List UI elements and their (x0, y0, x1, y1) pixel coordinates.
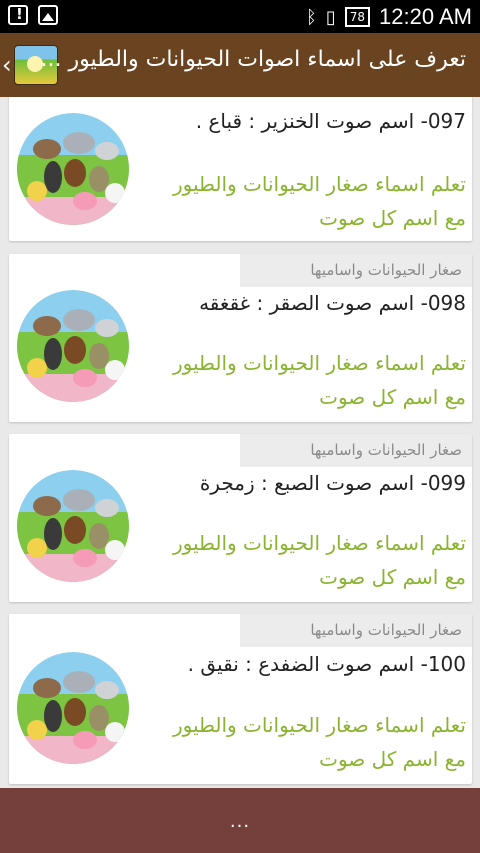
status-time: 12:20 AM (379, 4, 472, 29)
card-description-line2: مع اسم كل صوت (319, 747, 466, 771)
card-title: 099- اسم صوت الصبع : زمجرة (199, 471, 466, 495)
content-list[interactable]: 097- اسم صوت الخنزير : قباع . تعلم اسماء… (0, 97, 480, 788)
card-title: 098- اسم صوت الصقر : غقغقه (199, 291, 466, 315)
list-item[interactable]: 097- اسم صوت الخنزير : قباع . تعلم اسماء… (9, 97, 472, 241)
app-title: تعرف على اسماء اصوات الحيوانات والطيور .… (40, 47, 466, 72)
list-item[interactable]: صغار الحيوانات واساميها 099- اسم صوت الص… (9, 434, 472, 602)
card-category-header: صغار الحيوانات واساميها (240, 614, 472, 647)
card-category-header: صغار الحيوانات واساميها (240, 254, 472, 287)
more-button[interactable]: ... (210, 802, 270, 832)
bottom-bar: ... (0, 788, 480, 853)
bluetooth-icon: ᛒ (306, 6, 317, 28)
list-item[interactable]: صغار الحيوانات واساميها 098- اسم صوت الص… (9, 254, 472, 422)
back-chevron-icon[interactable]: ‹ (2, 51, 12, 79)
card-description-line2: مع اسم كل صوت (319, 206, 466, 230)
list-item[interactable]: صغار الحيوانات واساميها 100- اسم صوت الض… (9, 614, 472, 784)
card-description: تعلم اسماء صغار الحيوانات والطيور (172, 172, 466, 196)
card-description: تعلم اسماء صغار الحيوانات والطيور (172, 713, 466, 737)
animals-thumbnail-icon (17, 290, 129, 402)
card-description: تعلم اسماء صغار الحيوانات والطيور (172, 531, 466, 555)
battery-icon: 78 (344, 7, 371, 27)
card-category-header: صغار الحيوانات واساميها (240, 434, 472, 467)
animals-thumbnail-icon (17, 652, 129, 764)
status-bar: ᛒ ▯ 78 12:20 AM (0, 0, 480, 33)
card-description-line2: مع اسم كل صوت (319, 565, 466, 589)
card-description: تعلم اسماء صغار الحيوانات والطيور (172, 351, 466, 375)
vibrate-icon: ▯ (325, 6, 336, 28)
card-title: 100- اسم صوت الضفدع : نقيق . (187, 652, 466, 676)
image-icon (38, 5, 58, 25)
card-description-line2: مع اسم كل صوت (319, 385, 466, 409)
card-title: 097- اسم صوت الخنزير : قباع . (195, 109, 466, 133)
animals-thumbnail-icon (17, 113, 129, 225)
alert-icon (8, 5, 28, 25)
app-bar: ‹ تعرف على اسماء اصوات الحيوانات والطيور… (0, 33, 480, 97)
animals-thumbnail-icon (17, 470, 129, 582)
